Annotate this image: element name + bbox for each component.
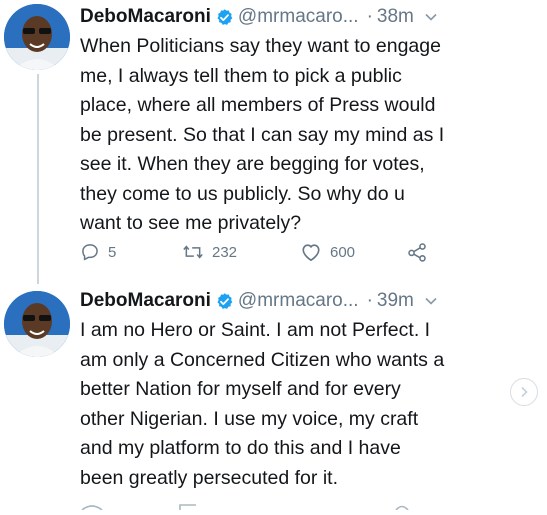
reply-count: 5 bbox=[108, 243, 117, 261]
share-icon bbox=[408, 243, 426, 262]
username-handle[interactable]: @mrmacaro... bbox=[238, 290, 359, 312]
display-name[interactable]: DeboMacaroni bbox=[80, 6, 211, 28]
tweet-2-actions-partial bbox=[80, 497, 480, 511]
tweet-1[interactable]: DeboMacaroni @mrmacaro... · 38m When Pol… bbox=[0, 0, 547, 284]
timestamp[interactable]: 38m bbox=[377, 6, 414, 28]
verified-badge-icon bbox=[215, 8, 234, 27]
chevron-right-icon bbox=[521, 386, 528, 398]
like-icon bbox=[302, 244, 320, 261]
retweet-icon bbox=[183, 245, 203, 259]
retweet-count: 232 bbox=[212, 243, 238, 261]
display-name[interactable]: DeboMacaroni bbox=[80, 290, 211, 312]
tweet-text: I am no Hero or Saint. I am not Perfect.… bbox=[80, 319, 445, 489]
chevron-down-icon[interactable] bbox=[424, 294, 438, 308]
avatar-image bbox=[4, 291, 70, 357]
separator-dot: · bbox=[366, 6, 373, 27]
avatar[interactable] bbox=[4, 4, 70, 70]
like-count: 600 bbox=[330, 243, 356, 261]
reply-button[interactable]: 5 bbox=[80, 242, 182, 262]
avatar[interactable] bbox=[4, 291, 70, 357]
share-button[interactable] bbox=[406, 242, 428, 262]
verified-badge-icon bbox=[215, 292, 234, 311]
retweet-button[interactable]: 232 bbox=[182, 242, 300, 262]
scroll-next-button[interactable] bbox=[510, 378, 538, 406]
tweet-actions: 5 232 600 bbox=[80, 240, 428, 264]
timestamp[interactable]: 39m bbox=[377, 290, 414, 312]
tweet-2[interactable]: DeboMacaroni @mrmacaro... · 39m I am no … bbox=[0, 283, 547, 505]
thread-line bbox=[37, 74, 39, 284]
like-button[interactable]: 600 bbox=[300, 242, 406, 262]
tweet-text: When Politicians say they want to engage… bbox=[80, 35, 445, 234]
tweet-header: DeboMacaroni @mrmacaro... · 38m bbox=[80, 2, 540, 32]
separator-dot: · bbox=[366, 290, 373, 311]
reply-icon bbox=[82, 244, 98, 261]
username-handle[interactable]: @mrmacaro... bbox=[238, 6, 359, 28]
avatar-image bbox=[4, 4, 70, 70]
tweet-header: DeboMacaroni @mrmacaro... · 39m bbox=[80, 286, 540, 316]
chevron-down-icon[interactable] bbox=[424, 10, 438, 24]
